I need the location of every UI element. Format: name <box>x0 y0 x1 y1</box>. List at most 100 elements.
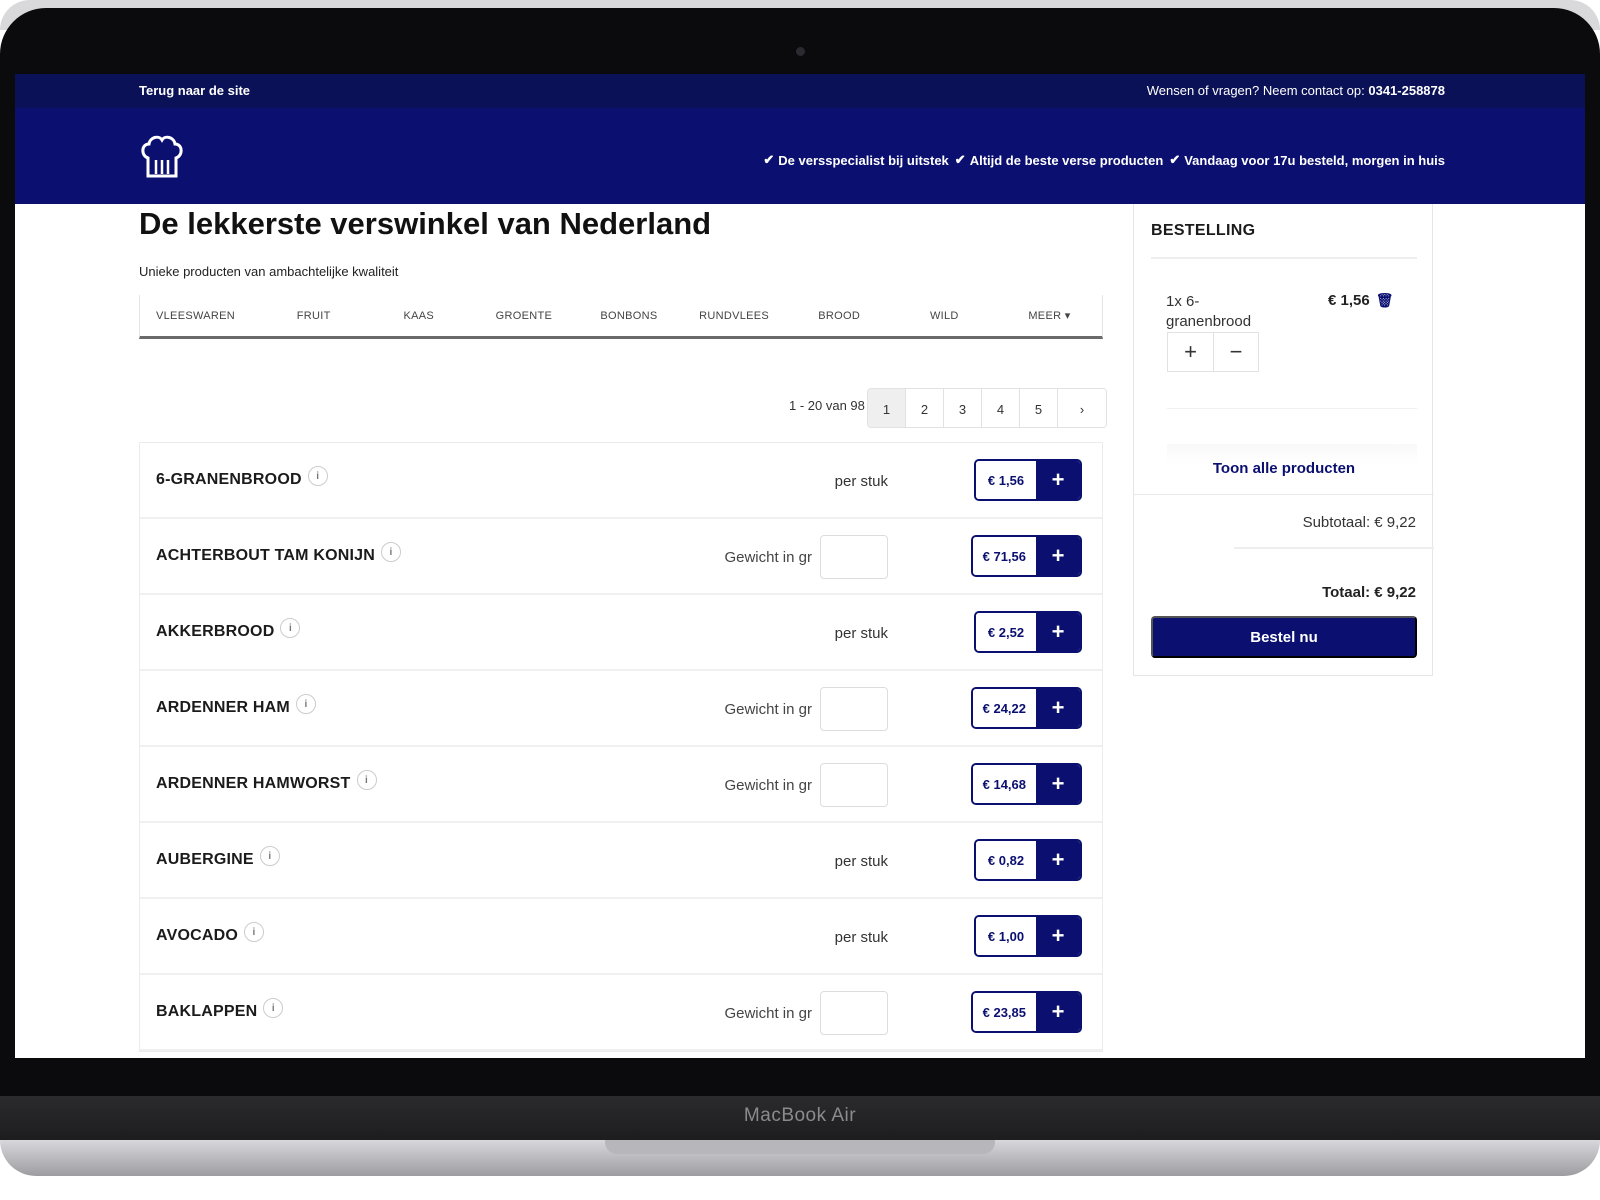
next-page-icon[interactable]: › <box>1058 389 1106 427</box>
laptop-frame: MacBook Air Terug naar de site Wensen of… <box>0 0 1600 1200</box>
product-row: AUBERGINE i per stuk € 0,82 + <box>140 823 1102 899</box>
usp-item: ✔ De versspecialist bij uitstek <box>763 152 949 168</box>
decrease-quantity-button[interactable]: − <box>1212 333 1258 371</box>
page-button[interactable]: 2 <box>906 389 944 427</box>
plus-icon: + <box>1036 537 1080 575</box>
product-price: € 2,52 <box>976 613 1036 651</box>
laptop-bezel-bottom <box>0 1058 1600 1096</box>
order-item-price-group: € 1,56 🗑 <box>1328 292 1394 309</box>
product-row: AVOCADO i per stuk € 1,00 + <box>140 899 1102 975</box>
product-name-group: ARDENNER HAMWORST i <box>156 770 377 793</box>
quantity-stepper: + − <box>1167 332 1259 372</box>
caret-down-icon: ▾ <box>1064 310 1071 322</box>
info-icon[interactable]: i <box>259 846 280 866</box>
unit-label: per stuk <box>834 929 888 946</box>
order-subtotal: Subtotaal: € 9,22 <box>1302 514 1416 531</box>
product-price: € 1,00 <box>976 917 1036 955</box>
order-panel: BESTELLING 1x 6-granenbrood € 1,56 🗑 + −… <box>1133 204 1434 676</box>
add-to-cart-button[interactable]: € 23,85 + <box>970 991 1082 1033</box>
usp-item: ✔ Vandaag voor 17u besteld, morgen in hui… <box>1169 152 1445 168</box>
category-tab[interactable]: FRUIT <box>261 310 366 322</box>
product-name-group: ARDENNER HAM i <box>156 694 316 717</box>
info-icon[interactable]: i <box>295 694 316 714</box>
usp-item: ✔ Altijd de beste verse producten <box>954 152 1164 168</box>
order-now-button[interactable]: Bestel nu <box>1151 616 1417 658</box>
category-tab[interactable]: GROENTE <box>471 310 576 322</box>
add-to-cart-button[interactable]: € 2,52 + <box>974 611 1082 653</box>
show-all-products-link[interactable]: Toon alle producten <box>1134 460 1434 477</box>
product-name-group: AKKERBROOD i <box>156 618 301 641</box>
product-row: 6-GRANENBROOD i per stuk € 1,56 + <box>140 443 1102 519</box>
weight-label: Gewicht in gr <box>724 549 812 566</box>
product-name: AKKERBROOD <box>156 623 275 640</box>
laptop-model-label: MacBook Air <box>743 1105 857 1126</box>
add-to-cart-button[interactable]: € 14,68 + <box>970 763 1082 805</box>
page-button[interactable]: 1 <box>868 389 906 427</box>
divider <box>1151 257 1417 259</box>
category-nav: VLEESWAREN FRUIT KAAS GROENTE BONBONS RU… <box>139 295 1103 339</box>
back-to-site-link[interactable]: Terug naar de site <box>139 83 250 98</box>
category-tab[interactable]: BONBONS <box>576 310 681 322</box>
category-tab[interactable]: VLEESWAREN <box>140 310 261 322</box>
category-tab[interactable]: RUNDVLEES <box>682 310 787 322</box>
check-icon: ✔ <box>1169 152 1181 167</box>
laptop-hinge <box>605 1140 995 1154</box>
page-button[interactable]: 4 <box>982 389 1020 427</box>
product-name: AVOCADO <box>156 927 238 944</box>
add-to-cart-button[interactable]: € 0,82 + <box>974 839 1082 881</box>
increase-quantity-button[interactable]: + <box>1168 333 1213 371</box>
page-button[interactable]: 5 <box>1020 389 1058 427</box>
info-icon[interactable]: i <box>356 770 377 790</box>
plus-icon: + <box>1036 993 1080 1031</box>
product-row: AKKERBROOD i per stuk € 2,52 + <box>140 595 1102 671</box>
contact-prefix: Wensen of vragen? Neem contact op: <box>1146 83 1365 98</box>
laptop-bezel-top <box>0 8 1600 78</box>
order-item-price: € 1,56 <box>1328 292 1370 309</box>
weight-input[interactable] <box>820 991 888 1035</box>
weight-input[interactable] <box>820 687 888 731</box>
plus-icon: + <box>1036 613 1080 651</box>
add-to-cart-button[interactable]: € 24,22 + <box>970 687 1082 729</box>
add-to-cart-button[interactable]: € 1,56 + <box>974 459 1082 501</box>
weight-label: Gewicht in gr <box>724 777 812 794</box>
category-tab[interactable]: WILD <box>892 310 997 322</box>
product-row: ARDENNER HAMWORST i Gewicht in gr € 14,68 + <box>140 747 1102 823</box>
info-icon[interactable]: i <box>263 998 284 1018</box>
info-icon[interactable]: i <box>307 466 328 486</box>
product-row: BAKLAPPEN i Gewicht in gr € 23,85 + <box>140 975 1102 1051</box>
contact-phone[interactable]: 0341-258878 <box>1368 83 1445 98</box>
plus-icon: + <box>1036 461 1080 499</box>
weight-input[interactable] <box>820 763 888 807</box>
product-price: € 0,82 <box>976 841 1036 879</box>
product-price: € 24,22 <box>972 689 1036 727</box>
weight-label: Gewicht in gr <box>724 701 812 718</box>
product-name: AUBERGINE <box>156 851 254 868</box>
plus-icon: + <box>1036 917 1080 955</box>
info-icon[interactable]: i <box>280 618 301 638</box>
product-list: 6-GRANENBROOD i per stuk € 1,56 + ACHTERBOUT … <box>139 442 1103 1052</box>
plus-icon: + <box>1036 765 1080 803</box>
order-total: Totaal: € 9,22 <box>1322 584 1416 601</box>
trash-icon[interactable]: 🗑 <box>1376 292 1394 309</box>
chef-hat-logo-icon[interactable] <box>139 134 185 180</box>
category-tab[interactable]: BROOD <box>787 310 892 322</box>
unit-label: per stuk <box>834 625 888 642</box>
product-price: € 71,56 <box>972 537 1036 575</box>
divider <box>1234 547 1434 549</box>
laptop-bezel-left <box>0 60 15 1060</box>
product-price: € 1,56 <box>976 461 1036 499</box>
main-content: De lekkerste verswinkel van Nederland Un… <box>15 204 1585 1058</box>
add-to-cart-button[interactable]: € 1,00 + <box>974 915 1082 957</box>
product-name: BAKLAPPEN <box>156 1003 258 1020</box>
top-bar: Terug naar de site Wensen of vragen? Nee… <box>15 74 1585 108</box>
add-to-cart-button[interactable]: € 71,56 + <box>970 535 1082 577</box>
pagination-info: 1 - 20 van 98 <box>789 398 865 413</box>
info-icon[interactable]: i <box>381 542 402 562</box>
category-tab[interactable]: KAAS <box>366 310 471 322</box>
pagination: 1 2 3 4 5 › <box>867 388 1107 428</box>
weight-input[interactable] <box>820 535 888 579</box>
product-row: ARDENNER HAM i Gewicht in gr € 24,22 + <box>140 671 1102 747</box>
info-icon[interactable]: i <box>244 922 264 942</box>
page-button[interactable]: 3 <box>944 389 982 427</box>
category-tab-more[interactable]: MEER ▾ <box>997 309 1102 322</box>
